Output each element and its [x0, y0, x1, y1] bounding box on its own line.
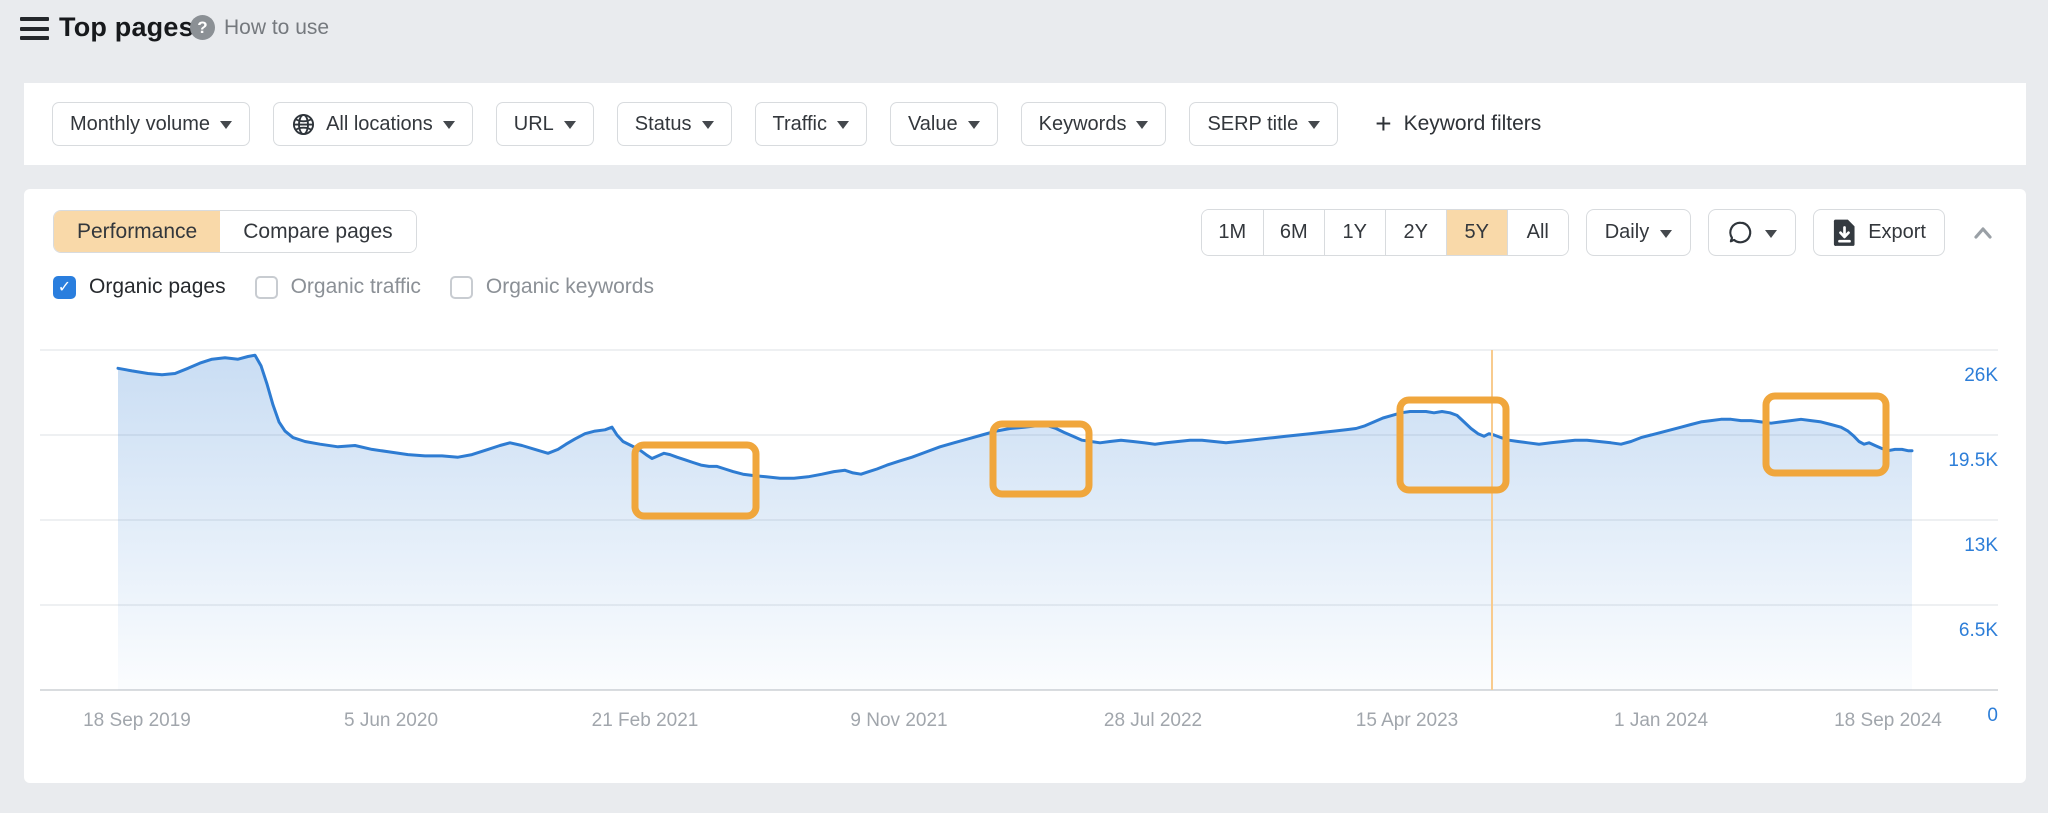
filter-label: All locations: [326, 113, 433, 136]
filter-all-locations[interactable]: All locations: [273, 102, 473, 146]
x-axis-label: 28 Jul 2022: [1104, 710, 1202, 731]
x-axis-label: 18 Sep 2019: [83, 710, 191, 731]
time-range-group: 1M 6M 1Y 2Y 5Y All: [1201, 209, 1569, 256]
filter-label: URL: [514, 113, 554, 136]
filter-monthly-volume[interactable]: Monthly volume: [52, 102, 250, 146]
card-toolbar: Performance Compare pages 1M 6M 1Y 2Y 5Y…: [24, 189, 2026, 256]
caret-down-icon: [1136, 121, 1148, 129]
filter-traffic[interactable]: Traffic: [755, 102, 867, 146]
checkbox-unchecked-icon[interactable]: [255, 276, 278, 299]
export-button[interactable]: Export: [1813, 209, 1945, 256]
toggle-organic-traffic[interactable]: Organic traffic: [255, 275, 421, 299]
tab-compare-pages[interactable]: Compare pages: [220, 211, 415, 252]
filter-value[interactable]: Value: [890, 102, 998, 146]
filter-label: SERP title: [1207, 113, 1298, 136]
export-file-icon: [1832, 218, 1857, 247]
toggle-label: Organic pages: [89, 275, 226, 299]
x-axis-label: 9 Nov 2021: [850, 710, 947, 731]
range-6m-button[interactable]: 6M: [1263, 210, 1324, 255]
filter-keywords[interactable]: Keywords: [1021, 102, 1167, 146]
caret-down-icon: [220, 121, 232, 129]
granularity-label: Daily: [1605, 221, 1649, 244]
how-to-use-link[interactable]: ? How to use: [190, 15, 329, 40]
caret-down-icon: [837, 121, 849, 129]
filter-label: Traffic: [773, 113, 827, 136]
area-fill: [118, 355, 1912, 690]
toggle-organic-keywords[interactable]: Organic keywords: [450, 275, 654, 299]
x-axis-label: 15 Apr 2023: [1356, 710, 1458, 731]
filter-serp-title[interactable]: SERP title: [1189, 102, 1338, 146]
export-label: Export: [1868, 221, 1926, 244]
collapse-section-button[interactable]: [1968, 218, 1998, 248]
app-header: Top pages ? How to use: [0, 0, 2048, 62]
toggle-organic-pages[interactable]: ✓ Organic pages: [53, 275, 226, 299]
hamburger-menu-icon[interactable]: [20, 17, 49, 40]
performance-card: 26K 19.5K 13K 6.5K 0 18 Sep 2019 5 Jun 2020 21 …: [24, 189, 2026, 783]
view-tabs: Performance Compare pages: [53, 210, 417, 253]
caret-down-icon: [1765, 230, 1777, 238]
caret-down-icon: [1308, 121, 1320, 129]
caret-down-icon: [968, 121, 980, 129]
caret-down-icon: [564, 121, 576, 129]
caret-down-icon: [1660, 230, 1672, 238]
checkbox-unchecked-icon[interactable]: [450, 276, 473, 299]
filter-url[interactable]: URL: [496, 102, 594, 146]
caret-down-icon: [702, 121, 714, 129]
y-axis-label: 6.5K: [1959, 620, 1998, 641]
globe-icon: [291, 112, 316, 137]
notes-dropdown[interactable]: [1708, 209, 1796, 256]
chevron-up-icon: [1968, 218, 1998, 248]
range-all-button[interactable]: All: [1507, 210, 1568, 255]
y-axis-label: 26K: [1964, 365, 1998, 386]
filter-label: Keywords: [1039, 113, 1127, 136]
range-1y-button[interactable]: 1Y: [1324, 210, 1385, 255]
metric-toggles: ✓ Organic pages Organic traffic Organic …: [53, 275, 654, 299]
y-axis-label: 13K: [1964, 535, 1998, 556]
checkbox-checked-icon[interactable]: ✓: [53, 276, 76, 299]
filter-label: Monthly volume: [70, 113, 210, 136]
x-axis-label: 1 Jan 2024: [1614, 710, 1708, 731]
tab-performance[interactable]: Performance: [54, 211, 220, 252]
filter-status[interactable]: Status: [617, 102, 732, 146]
x-axis-label: 5 Jun 2020: [344, 710, 438, 731]
caret-down-icon: [443, 121, 455, 129]
range-1m-button[interactable]: 1M: [1202, 210, 1263, 255]
y-axis-label: 0: [1987, 705, 1998, 726]
toggle-label: Organic traffic: [291, 275, 421, 299]
speech-bubble-icon: [1727, 219, 1754, 246]
filter-bar: Monthly volume All locations URL Status …: [24, 83, 2026, 165]
x-axis-label: 18 Sep 2024: [1834, 710, 1942, 731]
granularity-dropdown[interactable]: Daily: [1586, 209, 1691, 256]
range-2y-button[interactable]: 2Y: [1385, 210, 1446, 255]
y-axis-label: 19.5K: [1948, 450, 1998, 471]
range-5y-button[interactable]: 5Y: [1446, 210, 1507, 255]
page-title: Top pages: [59, 12, 194, 43]
how-to-use-label: How to use: [224, 16, 329, 40]
plus-icon: +: [1375, 110, 1391, 138]
filter-label: Status: [635, 113, 692, 136]
x-axis-label: 21 Feb 2021: [592, 710, 699, 731]
keyword-filters-button[interactable]: + Keyword filters: [1375, 110, 1541, 138]
keyword-filters-label: Keyword filters: [1404, 112, 1542, 136]
question-circle-icon: ?: [190, 15, 215, 40]
filter-label: Value: [908, 113, 958, 136]
chart-controls: 1M 6M 1Y 2Y 5Y All Daily: [1201, 209, 1998, 256]
toggle-label: Organic keywords: [486, 275, 654, 299]
